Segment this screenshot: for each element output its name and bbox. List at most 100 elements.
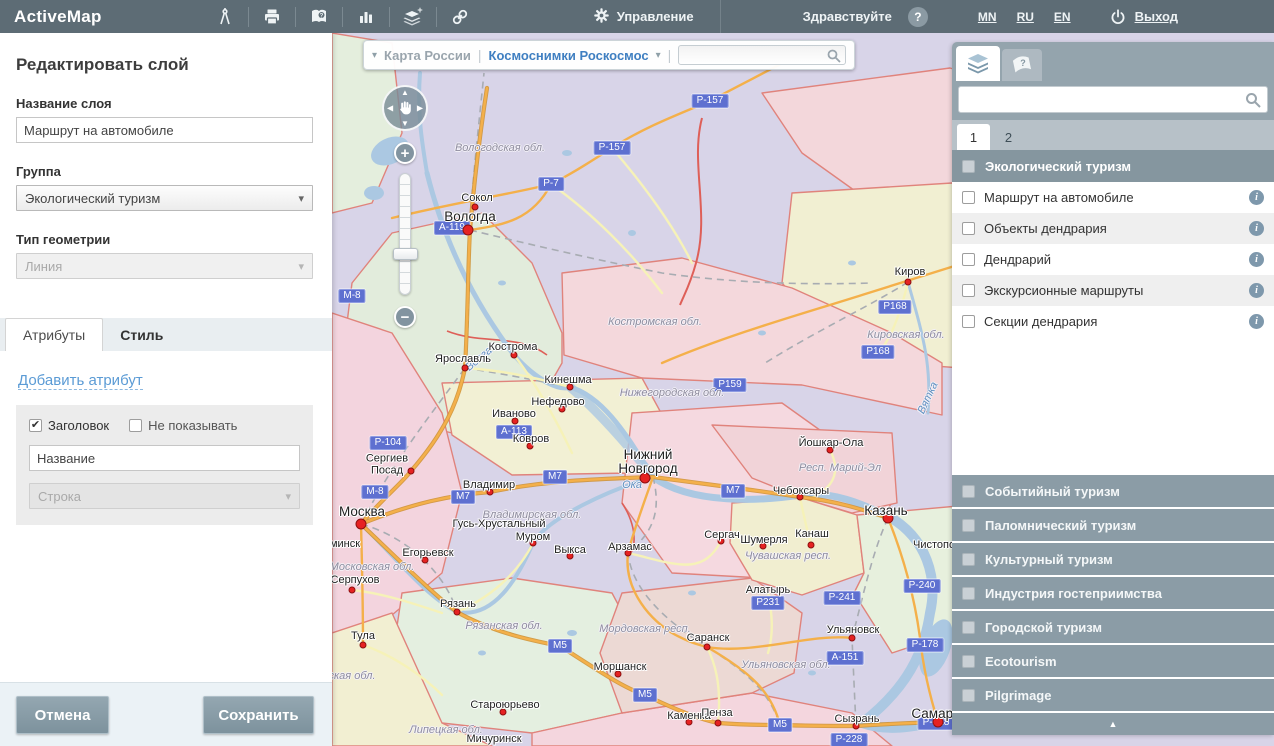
- divider: [248, 7, 249, 27]
- map-search-input[interactable]: [679, 46, 845, 64]
- pan-down-icon[interactable]: ▼: [401, 119, 409, 128]
- info-icon[interactable]: i: [1249, 283, 1264, 298]
- layer-row: Объекты дендрария i: [952, 213, 1274, 244]
- group-header[interactable]: Городской туризм: [952, 611, 1274, 643]
- lang-mn[interactable]: MN: [978, 10, 997, 24]
- app-header: ActiveMap ? + Управление Здравствуйте: [0, 0, 1274, 33]
- add-layer-icon[interactable]: +: [400, 5, 426, 29]
- layer-row: Дендрарийi: [952, 244, 1274, 275]
- group-header[interactable]: Событийный туризм: [952, 475, 1274, 507]
- panel-footer: Отмена Сохранить: [0, 682, 332, 746]
- group-checkbox[interactable]: [962, 519, 975, 532]
- attribute-name-input[interactable]: [29, 445, 300, 471]
- print-icon[interactable]: [259, 5, 285, 29]
- group-label: Паломнический туризм: [985, 518, 1136, 533]
- group-header[interactable]: Индустрия гостеприимства: [952, 577, 1274, 609]
- divider: [342, 7, 343, 27]
- zoom-slider-handle[interactable]: [393, 248, 418, 260]
- pan-left-icon[interactable]: ◀: [387, 104, 393, 113]
- tab-style[interactable]: Стиль: [103, 318, 180, 351]
- tab-layers[interactable]: [956, 46, 1000, 81]
- divider: |: [668, 47, 672, 63]
- info-icon[interactable]: i: [1249, 252, 1264, 267]
- statistics-icon[interactable]: [353, 5, 379, 29]
- chevron-down-icon[interactable]: ▾: [656, 50, 661, 61]
- layer-checkbox[interactable]: [962, 191, 975, 204]
- page-tab-1[interactable]: 1: [957, 124, 990, 150]
- group-label: Экологический туризм: [985, 159, 1131, 174]
- hide-checkbox-label: Не показывать: [148, 418, 237, 433]
- info-icon[interactable]: i: [1249, 314, 1264, 329]
- search-icon[interactable]: [826, 48, 842, 64]
- layer-checkbox[interactable]: [962, 284, 975, 297]
- group-header[interactable]: Культурный туризм: [952, 543, 1274, 575]
- hand-icon: [396, 99, 414, 117]
- group-label: Культурный туризм: [985, 552, 1113, 567]
- info-icon[interactable]: i: [1249, 221, 1264, 236]
- zoom-slider[interactable]: [399, 173, 411, 295]
- gear-icon: [593, 7, 610, 27]
- collapsed-groups: Событийный туризм Паломнический туризм Кул…: [952, 475, 1274, 713]
- layers-pagination: 12: [952, 120, 1274, 150]
- layer-label: Экскурсионные маршруты: [984, 283, 1240, 298]
- lang-en[interactable]: EN: [1054, 10, 1071, 24]
- group-checkbox[interactable]: [962, 553, 975, 566]
- lang-ru[interactable]: RU: [1017, 10, 1034, 24]
- group-header[interactable]: Pilgrimage: [952, 679, 1274, 711]
- group-checkbox[interactable]: [962, 160, 975, 173]
- group-checkbox[interactable]: [962, 485, 975, 498]
- pan-right-icon[interactable]: ▶: [417, 104, 423, 113]
- help-icon[interactable]: ?: [908, 7, 928, 27]
- group-checkbox[interactable]: [962, 621, 975, 634]
- chevron-down-icon[interactable]: ▾: [372, 50, 377, 61]
- save-button[interactable]: Сохранить: [203, 696, 314, 734]
- measure-icon[interactable]: [212, 5, 238, 29]
- add-attribute-link[interactable]: Добавить атрибут: [18, 372, 143, 390]
- zoom-in-button[interactable]: +: [394, 142, 416, 164]
- divider: [295, 7, 296, 27]
- attribute-card: Заголовок Не показывать Строка ▾: [16, 405, 313, 525]
- layers-search-input[interactable]: [959, 87, 1267, 112]
- group-label: Pilgrimage: [985, 688, 1051, 703]
- guide-icon[interactable]: ?: [306, 5, 332, 29]
- cancel-button[interactable]: Отмена: [16, 696, 109, 734]
- group-label: Городской туризм: [985, 620, 1102, 635]
- group-header[interactable]: Паломнический туризм: [952, 509, 1274, 541]
- hide-checkbox[interactable]: [129, 419, 142, 432]
- pan-control[interactable]: ▲ ▼ ◀ ▶: [382, 85, 428, 131]
- layer-checkbox[interactable]: [962, 222, 975, 235]
- pan-up-icon[interactable]: ▲: [401, 88, 409, 97]
- panel-title: Редактировать слой: [16, 55, 314, 75]
- group-checkbox[interactable]: [962, 689, 975, 702]
- management-menu[interactable]: Управление: [593, 7, 694, 27]
- basemap-selector[interactable]: Карта России: [384, 48, 471, 63]
- panel-collapse-bar[interactable]: ▲: [952, 713, 1274, 735]
- layer-checkbox[interactable]: [962, 315, 975, 328]
- overlay-selector[interactable]: Космоснимки Роскосмос: [489, 48, 649, 63]
- layers-icon: [966, 53, 990, 75]
- zoom-out-button[interactable]: −: [394, 306, 416, 328]
- svg-text:?: ?: [319, 13, 323, 19]
- group-select-value: Экологический туризм: [25, 191, 160, 206]
- group-header-active[interactable]: Экологический туризм: [952, 150, 1274, 182]
- header-checkbox[interactable]: [29, 419, 42, 432]
- search-icon[interactable]: [1244, 91, 1262, 109]
- layer-checkbox[interactable]: [962, 253, 975, 266]
- share-link-icon[interactable]: [447, 5, 473, 29]
- group-header[interactable]: Ecotourism: [952, 645, 1274, 677]
- group-checkbox[interactable]: [962, 655, 975, 668]
- logout-label[interactable]: Выход: [1135, 9, 1178, 24]
- group-checkbox[interactable]: [962, 587, 975, 600]
- tab-attributes[interactable]: Атрибуты: [5, 318, 103, 351]
- divider: [436, 7, 437, 27]
- info-icon[interactable]: i: [1249, 190, 1264, 205]
- layer-label: Объекты дендрария: [984, 221, 1240, 236]
- svg-text:?: ?: [1020, 58, 1026, 68]
- tab-legend[interactable]: ?: [1002, 49, 1042, 81]
- map-search-box: [678, 45, 846, 65]
- layer-name-input[interactable]: [16, 117, 313, 143]
- group-select[interactable]: Экологический туризм ▾: [16, 185, 313, 211]
- geometry-type-label: Тип геометрии: [16, 232, 314, 247]
- divider: |: [478, 47, 482, 63]
- page-tab-2[interactable]: 2: [992, 124, 1025, 150]
